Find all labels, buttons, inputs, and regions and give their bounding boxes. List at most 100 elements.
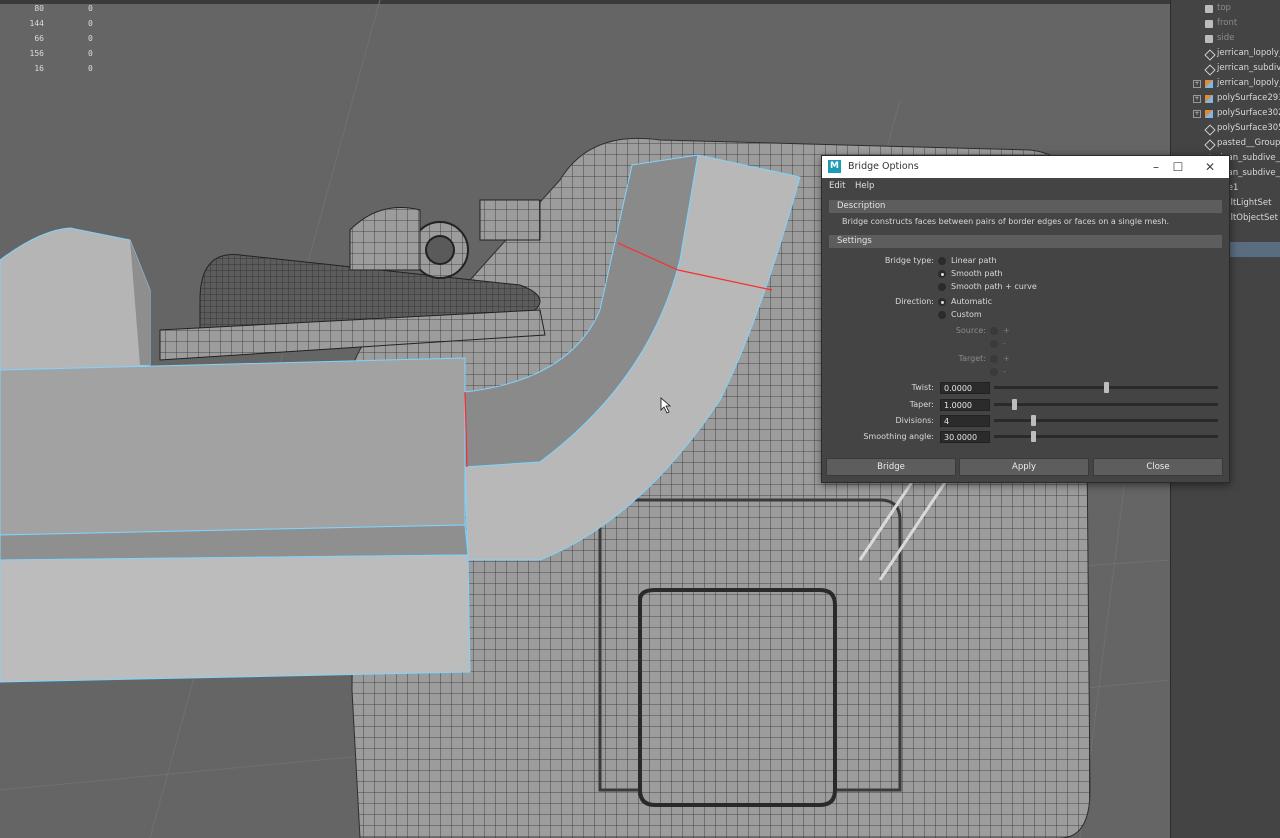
- smooth-path-curve-label: Smooth path + curve: [951, 282, 1037, 291]
- target-minus-label: -: [1003, 367, 1006, 376]
- radio-target-minus[interactable]: [990, 368, 998, 376]
- smoothing-angle-slider[interactable]: [994, 431, 1218, 442]
- outliner-item-label: front: [1217, 18, 1238, 28]
- hud-selected: 0: [88, 4, 93, 13]
- dialog-titlebar[interactable]: M Bridge Options – ☐ ✕: [822, 156, 1229, 178]
- linear-path-label: Linear path: [951, 256, 997, 265]
- target-label: Target:: [958, 354, 986, 363]
- maya-logo-icon: M: [828, 160, 841, 173]
- twist-label: Twist:: [911, 383, 934, 392]
- hud-count: 144: [29, 19, 44, 28]
- smoothing-angle-field[interactable]: 30.0000: [940, 431, 990, 443]
- divisions-slider-thumb[interactable]: [1031, 415, 1037, 426]
- description-text: Bridge constructs faces between pairs of…: [842, 217, 1170, 226]
- radio-target-plus[interactable]: [990, 355, 998, 363]
- mesh-icon: [1205, 95, 1213, 103]
- automatic-label: Automatic: [951, 297, 993, 306]
- source-minus-label: -: [1003, 339, 1006, 348]
- outliner-item-label: top: [1217, 3, 1231, 13]
- outliner-item[interactable]: jerrican_lopoly_m: [1171, 47, 1280, 62]
- hud-row: 80 0: [0, 4, 120, 17]
- direction-label: Direction:: [895, 297, 934, 306]
- divisions-slider[interactable]: [994, 415, 1218, 426]
- source-label: Source:: [955, 326, 986, 335]
- hud-row: 16 0: [0, 64, 120, 77]
- outliner-item-label: polySurface293: [1217, 93, 1280, 103]
- outliner-item-label: pasted__Group1: [1217, 138, 1280, 148]
- group-icon: [1204, 124, 1216, 136]
- twist-slider-thumb[interactable]: [1103, 382, 1109, 393]
- group-icon: [1204, 64, 1216, 76]
- settings-frame-header[interactable]: Settings: [829, 235, 1222, 248]
- menu-edit[interactable]: Edit: [829, 181, 845, 191]
- outliner-item-label: jerrican_lopoly_m: [1217, 78, 1280, 88]
- mesh-icon: [1205, 80, 1213, 88]
- outliner-item-label: side: [1217, 33, 1235, 43]
- menu-help[interactable]: Help: [855, 181, 874, 191]
- hud-selected: 0: [88, 34, 93, 43]
- expand-icon[interactable]: +: [1193, 95, 1201, 103]
- camera-icon: [1205, 35, 1213, 43]
- outliner-item[interactable]: front: [1171, 17, 1280, 32]
- dialog-menubar: Edit Help: [822, 178, 1229, 194]
- expand-icon[interactable]: +: [1193, 80, 1201, 88]
- camera-icon: [1205, 20, 1213, 28]
- taper-slider[interactable]: [994, 399, 1218, 410]
- taper-slider-thumb[interactable]: [1011, 399, 1017, 410]
- hud-row: 144 0: [0, 19, 120, 32]
- hud-row: 66 0: [0, 34, 120, 47]
- close-icon[interactable]: ✕: [1200, 159, 1220, 175]
- bridge-options-dialog: M Bridge Options – ☐ ✕ Edit Help Descrip…: [821, 155, 1230, 483]
- outliner-item[interactable]: side: [1171, 32, 1280, 47]
- outliner-item-label: polySurface305: [1217, 123, 1280, 133]
- hud-count: 16: [34, 64, 44, 73]
- smoothing-angle-slider-thumb[interactable]: [1031, 431, 1037, 442]
- radio-automatic[interactable]: [938, 298, 946, 306]
- outliner-item-label: jerrican_subdive_: [1217, 63, 1280, 73]
- outliner-item-label: jerrican_lopoly_m: [1217, 48, 1280, 58]
- radio-smooth-path[interactable]: [938, 270, 946, 278]
- outliner-item[interactable]: jerrican_subdive_: [1171, 62, 1280, 77]
- maximize-icon[interactable]: ☐: [1168, 159, 1188, 175]
- custom-label: Custom: [951, 310, 982, 319]
- group-icon: [1204, 139, 1216, 151]
- description-frame-header[interactable]: Description: [829, 200, 1222, 213]
- smoothing-angle-label: Smoothing angle:: [863, 432, 934, 441]
- group-icon: [1204, 49, 1216, 61]
- radio-custom[interactable]: [938, 311, 946, 319]
- twist-slider[interactable]: [994, 382, 1218, 393]
- outliner-item[interactable]: + polySurface302: [1171, 107, 1280, 122]
- twist-field[interactable]: 0.0000: [940, 382, 990, 394]
- hud-count: 156: [29, 49, 44, 58]
- dialog-title: Bridge Options: [848, 161, 919, 172]
- hud-selected: 0: [88, 19, 93, 28]
- radio-source-plus[interactable]: [990, 327, 998, 335]
- close-button[interactable]: Close: [1093, 458, 1223, 476]
- outliner-item[interactable]: + jerrican_lopoly_m: [1171, 77, 1280, 92]
- bridge-button[interactable]: Bridge: [826, 458, 956, 476]
- apply-button[interactable]: Apply: [959, 458, 1089, 476]
- hud-count: 66: [34, 34, 44, 43]
- radio-source-minus[interactable]: [990, 340, 998, 348]
- target-plus-label: +: [1003, 354, 1010, 363]
- outliner-item[interactable]: pasted__Group1: [1171, 137, 1280, 152]
- bridge-type-label: Bridge type:: [884, 256, 934, 265]
- smooth-path-label: Smooth path: [951, 269, 1003, 278]
- hud-selected: 0: [88, 49, 93, 58]
- expand-icon[interactable]: +: [1193, 110, 1201, 118]
- divisions-field[interactable]: 4: [940, 415, 990, 427]
- outliner-item-label: polySurface302: [1217, 108, 1280, 118]
- mesh-icon: [1205, 110, 1213, 118]
- radio-smooth-path-curve[interactable]: [938, 283, 946, 291]
- taper-field[interactable]: 1.0000: [940, 399, 990, 411]
- hud-selected: 0: [88, 64, 93, 73]
- hud-row: 156 0: [0, 49, 120, 62]
- divisions-label: Divisions:: [895, 416, 934, 425]
- outliner-item[interactable]: + polySurface293: [1171, 92, 1280, 107]
- outliner-item[interactable]: top: [1171, 2, 1280, 17]
- taper-label: Taper:: [909, 400, 934, 409]
- outliner-item[interactable]: polySurface305: [1171, 122, 1280, 137]
- radio-linear-path[interactable]: [938, 257, 946, 265]
- minimize-icon[interactable]: –: [1146, 159, 1166, 175]
- camera-icon: [1205, 5, 1213, 13]
